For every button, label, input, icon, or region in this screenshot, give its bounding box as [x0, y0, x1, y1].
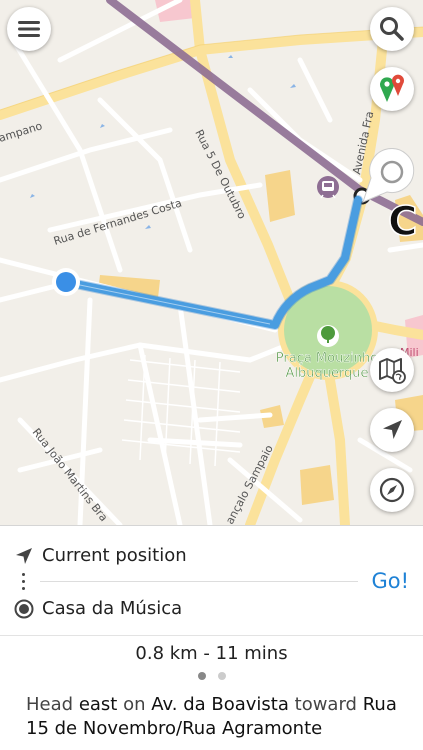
origin-row[interactable]: Current position	[14, 545, 187, 566]
route-summary: 0.8 km - 11 mins	[135, 643, 288, 664]
route-connector-dots	[22, 573, 26, 591]
destination-target-icon	[14, 599, 34, 619]
park-label-line2: Albuquerque	[285, 366, 368, 381]
turn-instruction: Head east on Av. da Boavista toward Rua …	[26, 693, 405, 741]
compass-icon	[379, 477, 405, 503]
go-button[interactable]: Go!	[371, 569, 409, 593]
train-station-icon	[317, 176, 339, 199]
page-dot-2[interactable]	[217, 672, 226, 680]
panel-divider	[0, 635, 423, 636]
page-indicator[interactable]	[0, 672, 423, 680]
locate-me-button[interactable]	[370, 408, 414, 452]
origin-destination-divider	[40, 581, 358, 582]
instruction-direction: east	[78, 694, 118, 715]
destination-row[interactable]: Casa da Música	[14, 598, 182, 619]
instruction-word-toward: toward	[294, 694, 357, 715]
map-canvas[interactable]: C Rua de Fernandes Costa Rua João Martin…	[0, 0, 423, 530]
map-view[interactable]: C Rua de Fernandes Costa Rua João Martin…	[0, 0, 423, 530]
instruction-word-on: on	[123, 694, 146, 715]
map-pins-icon	[380, 74, 404, 102]
page-dot-1[interactable]	[197, 672, 206, 680]
instruction-word-head: Head	[26, 694, 74, 715]
route-pins-button[interactable]	[370, 67, 414, 111]
map-layers-button[interactable]	[370, 348, 414, 392]
destination-label[interactable]: Casa da Música	[42, 598, 182, 619]
directions-panel: Current position Casa da Música Go! 0.8 …	[0, 525, 423, 750]
location-arrow-small-icon	[14, 546, 34, 566]
location-arrow-icon	[383, 420, 402, 439]
map-globe-icon	[379, 358, 406, 384]
instruction-street: Av. da Boavista	[151, 694, 289, 715]
menu-icon	[18, 21, 40, 37]
park-label-line1: Praça Mouzinho	[276, 351, 378, 366]
menu-button[interactable]	[7, 7, 51, 51]
search-icon	[380, 17, 404, 41]
search-button[interactable]	[370, 7, 414, 51]
origin-label[interactable]: Current position	[42, 545, 187, 566]
compass-button[interactable]	[370, 468, 414, 512]
pin-callout-button[interactable]	[355, 148, 415, 208]
pin-callout-icon	[362, 148, 415, 203]
panel-top-border	[0, 525, 423, 526]
